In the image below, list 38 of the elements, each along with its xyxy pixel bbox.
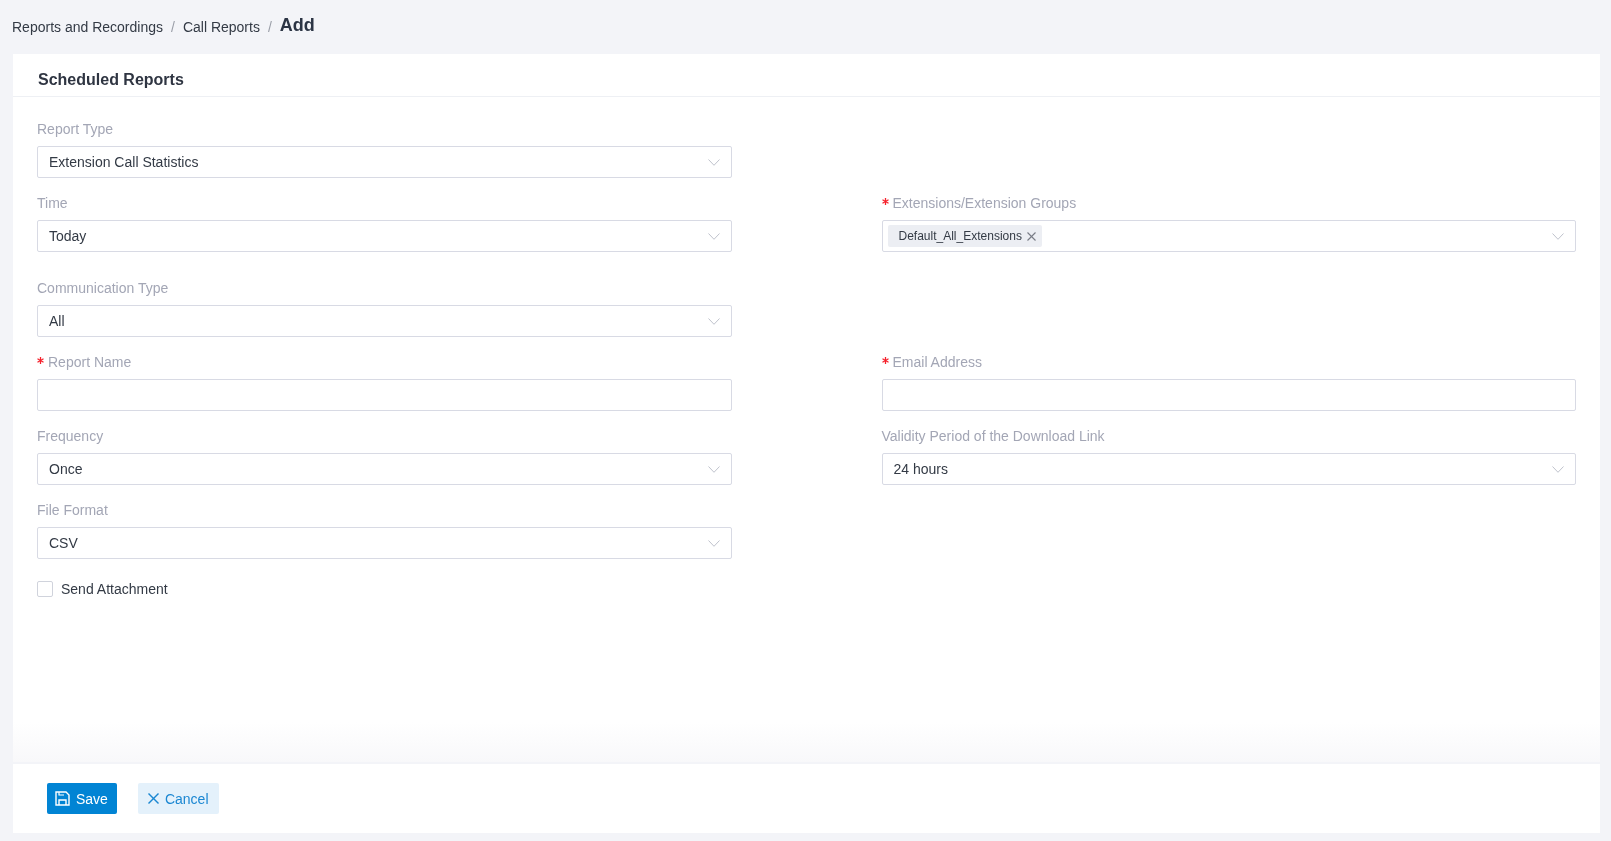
field-label: Validity Period of the Download Link: [881, 428, 1105, 444]
select-field[interactable]: Once: [37, 453, 732, 485]
breadcrumb-separator: /: [171, 19, 175, 35]
chevron-down-icon: [1552, 465, 1564, 473]
checkbox[interactable]: [37, 581, 53, 597]
field-label: Email Address: [892, 354, 982, 370]
field-label: Frequency: [37, 428, 104, 444]
select-field[interactable]: 24 hours: [881, 453, 1576, 485]
field-label: Communication Type: [37, 280, 169, 296]
select-field[interactable]: CSV: [37, 527, 732, 559]
close-icon: [147, 793, 159, 804]
multi-select-field[interactable]: Default_All_Extensions: [881, 220, 1576, 252]
tag-text: Default_All_Extensions: [898, 229, 1022, 243]
chevron-down-icon: [707, 539, 720, 547]
panel-title: Scheduled Reports: [38, 71, 184, 89]
breadcrumb-separator: /: [267, 19, 272, 35]
chevron-down-icon: [707, 158, 720, 166]
field-label: File Format: [37, 502, 108, 518]
page-title: Add: [279, 15, 315, 36]
field-label: Extensions/Extension Groups: [892, 195, 1077, 211]
field-label: Report Name: [48, 354, 132, 370]
field-label: Report Type: [37, 121, 113, 137]
input-field[interactable]: [37, 379, 732, 411]
select-field[interactable]: All: [37, 305, 732, 337]
checkbox-label: Send Attachment: [61, 581, 168, 597]
select-field[interactable]: Today: [37, 220, 732, 252]
chevron-down-icon: [707, 465, 720, 473]
remove-icon[interactable]: [1026, 231, 1036, 241]
chevron-down-icon: [1552, 232, 1564, 240]
field-label: Time: [37, 195, 68, 211]
input-field[interactable]: [881, 379, 1576, 411]
select-field[interactable]: Extension Call Statistics: [37, 146, 732, 178]
save-button[interactable]: Save: [47, 783, 117, 814]
breadcrumb-link[interactable]: Reports and Recordings: [12, 19, 163, 35]
chevron-down-icon: [707, 232, 720, 240]
breadcrumb-link[interactable]: Call Reports: [182, 19, 260, 35]
save-icon: [55, 791, 70, 806]
chevron-down-icon: [707, 317, 720, 325]
